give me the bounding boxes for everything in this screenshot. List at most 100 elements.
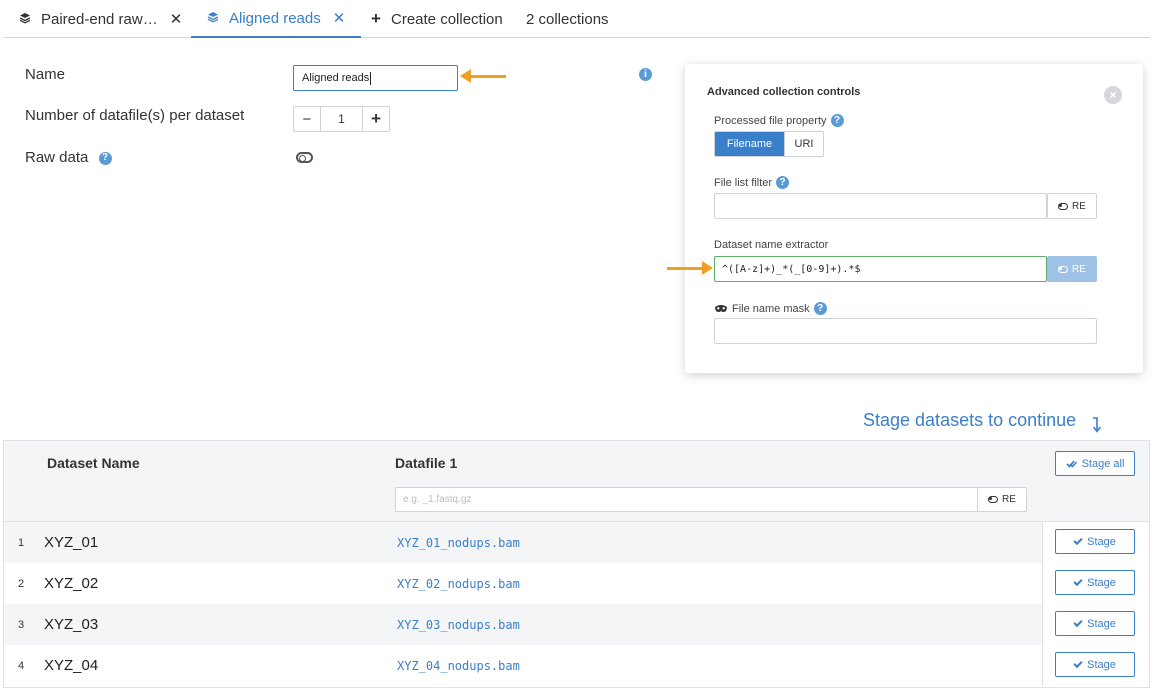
stage-button[interactable]: Stage (1055, 529, 1135, 554)
name-input[interactable]: Aligned reads (293, 65, 458, 91)
toggle-icon (1058, 202, 1069, 210)
tab-label: Paired-end raw… (41, 10, 158, 28)
stage-button[interactable]: Stage (1055, 611, 1135, 636)
datafile-name[interactable]: XYZ_02_nodups.bam (382, 563, 1042, 604)
stage-cell: Stage (1042, 604, 1149, 645)
help-icon[interactable]: ? (813, 302, 827, 315)
tab-label: 2 collections (526, 10, 609, 28)
help-icon[interactable]: ? (830, 114, 844, 127)
datafile-name[interactable]: XYZ_04_nodups.bam (382, 645, 1042, 686)
raw-data-toggle[interactable] (296, 152, 313, 163)
annotation-arrow (667, 261, 713, 275)
processed-property-label: Processed file property (714, 114, 827, 127)
stage-cell: Stage (1042, 522, 1149, 563)
dataset-name: XYZ_02 (38, 563, 381, 604)
processed-property-label-row: Processed file property ? (714, 114, 844, 127)
raw-data-label: Raw data (25, 149, 89, 166)
row-number: 3 (17, 618, 25, 631)
table-row: 2 XYZ_02 XYZ_02_nodups.bam Stage (4, 563, 1149, 604)
file-list-filter-input[interactable] (714, 193, 1047, 219)
tab-aligned-reads[interactable]: Aligned reads ✕ (191, 0, 362, 38)
re-label: RE (1002, 494, 1016, 505)
info-icon[interactable]: i (639, 68, 652, 81)
file-name-mask-label: File name mask (732, 302, 810, 315)
check-icon (1073, 576, 1083, 586)
filename-option[interactable]: Filename (715, 132, 784, 156)
row-number: 2 (17, 577, 25, 590)
stage-cell: Stage (1042, 563, 1149, 604)
col-dataset-name: Dataset Name (47, 455, 140, 471)
datafile-name[interactable]: XYZ_01_nodups.bam (382, 522, 1042, 563)
datafiles-value[interactable]: 1 (321, 107, 363, 131)
help-icon[interactable]: ? (776, 176, 790, 189)
tab-label: Aligned reads (229, 9, 321, 27)
help-icon[interactable]: ? (98, 151, 112, 165)
stage-all-label: Stage all (1081, 457, 1125, 470)
stage-hint-text: Stage datasets to continue (863, 410, 1077, 430)
decrement-button[interactable]: − (294, 107, 321, 131)
check-icon (1073, 617, 1083, 627)
file-name-mask-input[interactable] (714, 318, 1097, 344)
check-double-icon (1066, 459, 1077, 469)
stage-button[interactable]: Stage (1055, 652, 1135, 677)
dataset-name: XYZ_04 (38, 645, 381, 686)
layers-icon (19, 12, 33, 26)
col-datafile: Datafile 1 (395, 455, 458, 471)
close-icon[interactable]: ✕ (170, 10, 183, 28)
datafile-name[interactable]: XYZ_03_nodups.bam (382, 604, 1042, 645)
row-number: 1 (17, 536, 25, 549)
stage-label: Stage (1087, 576, 1116, 589)
table-header: Dataset Name Datafile 1 e.g. _1.fastq.gz… (4, 441, 1149, 522)
re-label: RE (1072, 200, 1086, 212)
stage-cell: Stage (1042, 645, 1149, 686)
toggle-icon (1058, 265, 1069, 273)
annotation-arrow (460, 69, 506, 83)
stage-button[interactable]: Stage (1055, 570, 1135, 595)
check-icon (1073, 535, 1083, 545)
dataset-name-extractor-input[interactable]: ^([A-z]+)_*(_[0-9]+).*$ (714, 256, 1047, 282)
name-label: Name (25, 66, 66, 83)
filter-placeholder: e.g. _1.fastq.gz (403, 494, 472, 505)
datafile-filter-input[interactable]: e.g. _1.fastq.gz (395, 487, 978, 512)
stage-label: Stage (1087, 535, 1116, 548)
layers-icon (207, 11, 221, 25)
toggle-icon (988, 496, 999, 503)
uri-option[interactable]: URI (784, 132, 823, 156)
table-row: 4 XYZ_04 XYZ_04_nodups.bam Stage (4, 645, 1149, 686)
dataset-name: XYZ_01 (38, 522, 381, 563)
tab-paired-end-raw[interactable]: Paired-end raw… ✕ (19, 0, 182, 38)
stage-all-button[interactable]: Stage all (1055, 451, 1135, 476)
datafile-filter-regex-toggle[interactable]: RE (977, 487, 1027, 512)
name-value: Aligned reads (302, 72, 370, 84)
tab-bar: Paired-end raw… ✕ Aligned reads ✕ + Crea… (3, 0, 1150, 38)
plus-icon: + (371, 9, 381, 28)
stage-label: Stage (1087, 617, 1116, 630)
table-row: 3 XYZ_03 XYZ_03_nodups.bam Stage (4, 604, 1149, 645)
close-icon[interactable]: ✕ (333, 9, 346, 27)
datasets-table: Dataset Name Datafile 1 e.g. _1.fastq.gz… (3, 440, 1150, 688)
datafiles-per-dataset-label: Number of datafile(s) per dataset (25, 107, 245, 124)
file-name-mask-label-row: File name mask ? (714, 302, 827, 315)
tab-label: Create collection (391, 10, 503, 28)
table-row: 1 XYZ_01 XYZ_01_nodups.bam Stage (4, 522, 1149, 563)
stage-label: Stage (1087, 658, 1116, 671)
close-icon[interactable]: × (1104, 86, 1122, 104)
tab-collections-count[interactable]: 2 collections (526, 0, 609, 38)
increment-button[interactable]: + (362, 107, 389, 131)
dataset-name: XYZ_03 (38, 604, 381, 645)
file-list-filter-label: File list filter (714, 176, 773, 189)
text-caret (370, 71, 372, 85)
datafiles-stepper[interactable]: − 1 + (293, 106, 390, 132)
tab-create-collection[interactable]: + Create collection (369, 0, 503, 38)
dataset-name-extractor-label: Dataset name extractor (714, 239, 829, 251)
raw-data-row: Raw data ? (25, 149, 112, 166)
dataset-name-extractor-regex-toggle[interactable]: RE (1047, 256, 1097, 282)
arrow-down-icon (1092, 417, 1102, 433)
file-list-filter-regex-toggle[interactable]: RE (1047, 193, 1097, 219)
dataset-name-extractor-label-row: Dataset name extractor (714, 239, 828, 251)
check-icon (1073, 658, 1083, 668)
row-number: 4 (17, 659, 25, 672)
file-list-filter-label-row: File list filter ? (714, 176, 790, 189)
advanced-collection-controls-panel: Advanced collection controls × Processed… (685, 64, 1143, 373)
property-segmented-control[interactable]: Filename URI (714, 131, 824, 157)
